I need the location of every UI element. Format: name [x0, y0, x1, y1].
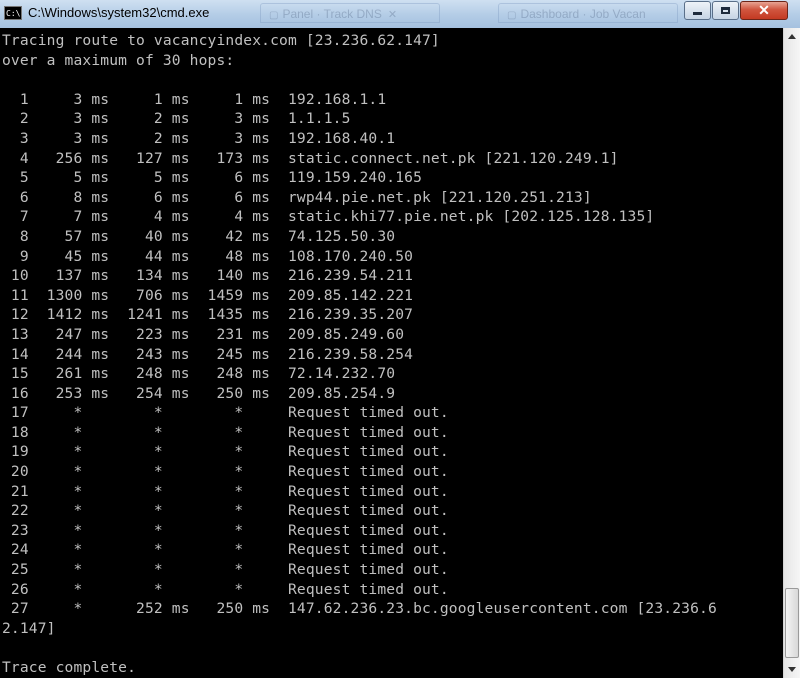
console-output-area[interactable]: Tracing route to vacancyindex.com [23.23…: [0, 28, 783, 678]
cmd-window: C:\ C:\Windows\system32\cmd.exe ▢ Panel ·…: [0, 0, 800, 678]
console-line: 2 3 ms 2 ms 3 ms 1.1.1.5: [2, 110, 351, 128]
console-line: 25 * * * Request timed out.: [2, 561, 449, 579]
console-line: 1 3 ms 1 ms 1 ms 192.168.1.1: [2, 90, 387, 108]
console-line: Tracing route to vacancyindex.com [23.23…: [2, 32, 440, 49]
console-line: 9 45 ms 44 ms 48 ms 108.170.240.50: [2, 247, 414, 265]
console-line: 4 256 ms 127 ms 173 ms static.connect.ne…: [2, 149, 619, 167]
window-title: C:\Windows\system32\cmd.exe: [28, 5, 210, 20]
console-line: 27 * 252 ms 250 ms 147.62.236.23.bc.goog…: [2, 600, 717, 618]
console-line: 19 * * * Request timed out.: [2, 443, 449, 461]
background-tab[interactable]: ▢ Panel · Track DNS ✕: [260, 3, 440, 23]
console-line: 3 3 ms 2 ms 3 ms 192.168.40.1: [2, 129, 396, 147]
console-line: 11 1300 ms 706 ms 1459 ms 209.85.142.221: [2, 286, 414, 304]
background-tab-label: Dashboard · Job Vacan: [520, 7, 646, 21]
console-line: over a maximum of 30 hops:: [2, 51, 235, 69]
console-line: 8 57 ms 40 ms 42 ms 74.125.50.30: [2, 227, 396, 245]
maximize-button[interactable]: [712, 1, 739, 20]
title-bar[interactable]: C:\ C:\Windows\system32\cmd.exe ▢ Panel ·…: [0, 0, 800, 29]
background-tab-label: Panel · Track DNS: [282, 7, 382, 21]
maximize-icon: [721, 7, 730, 14]
scroll-down-button[interactable]: [784, 661, 800, 678]
scroll-up-arrow-icon: [788, 34, 796, 39]
console-line: 12 1412 ms 1241 ms 1435 ms 216.239.35.20…: [2, 306, 414, 324]
console-line: 24 * * * Request timed out.: [2, 541, 449, 559]
cmd-icon[interactable]: C:\: [4, 6, 22, 20]
minimize-icon: [693, 12, 702, 15]
console-line: 23 * * * Request timed out.: [2, 521, 449, 539]
vertical-scrollbar[interactable]: [783, 28, 800, 678]
console-line: 21 * * * Request timed out.: [2, 482, 449, 500]
tab-close-icon[interactable]: ✕: [388, 9, 397, 21]
console-line: 2.147]: [2, 619, 56, 637]
console-line: 26 * * * Request timed out.: [2, 580, 449, 598]
console-line: 17 * * * Request timed out.: [2, 404, 449, 422]
minimize-button[interactable]: [684, 1, 711, 20]
console-line: 18 * * * Request timed out.: [2, 423, 449, 441]
tab-favicon-icon: ▢: [269, 10, 279, 21]
console-line: 13 247 ms 223 ms 231 ms 209.85.249.60: [2, 325, 405, 343]
console-line: 15 261 ms 248 ms 248 ms 72.14.232.70: [2, 365, 396, 383]
background-tab[interactable]: ▢ Dashboard · Job Vacan: [498, 3, 678, 23]
scroll-down-arrow-icon: [788, 667, 796, 672]
console-line: 6 8 ms 6 ms 6 ms rwp44.pie.net.pk [221.1…: [2, 188, 592, 206]
console-line: Trace complete.: [2, 659, 137, 676]
console-line: 14 244 ms 243 ms 245 ms 216.239.58.254: [2, 345, 414, 363]
console-line: 7 7 ms 4 ms 4 ms static.khi77.pie.net.pk…: [2, 208, 655, 226]
tab-favicon-icon: ▢: [507, 10, 517, 21]
close-icon: ✕: [758, 2, 770, 18]
scrollbar-thumb[interactable]: [785, 588, 799, 658]
scroll-up-button[interactable]: [784, 28, 800, 45]
console-line: 10 137 ms 134 ms 140 ms 216.239.54.211: [2, 267, 414, 285]
console-line: 22 * * * Request timed out.: [2, 502, 449, 520]
console-text: Tracing route to vacancyindex.com [23.23…: [0, 28, 783, 678]
console-line: 16 253 ms 254 ms 250 ms 209.85.254.9: [2, 384, 396, 402]
background-tabs: ▢ Panel · Track DNS ✕ ▢ Dashboard · Job Vac…: [230, 3, 680, 25]
close-button[interactable]: ✕: [740, 1, 788, 20]
console-line: 5 5 ms 5 ms 6 ms 119.159.240.165: [2, 169, 423, 187]
console-line: 20 * * * Request timed out.: [2, 463, 449, 481]
